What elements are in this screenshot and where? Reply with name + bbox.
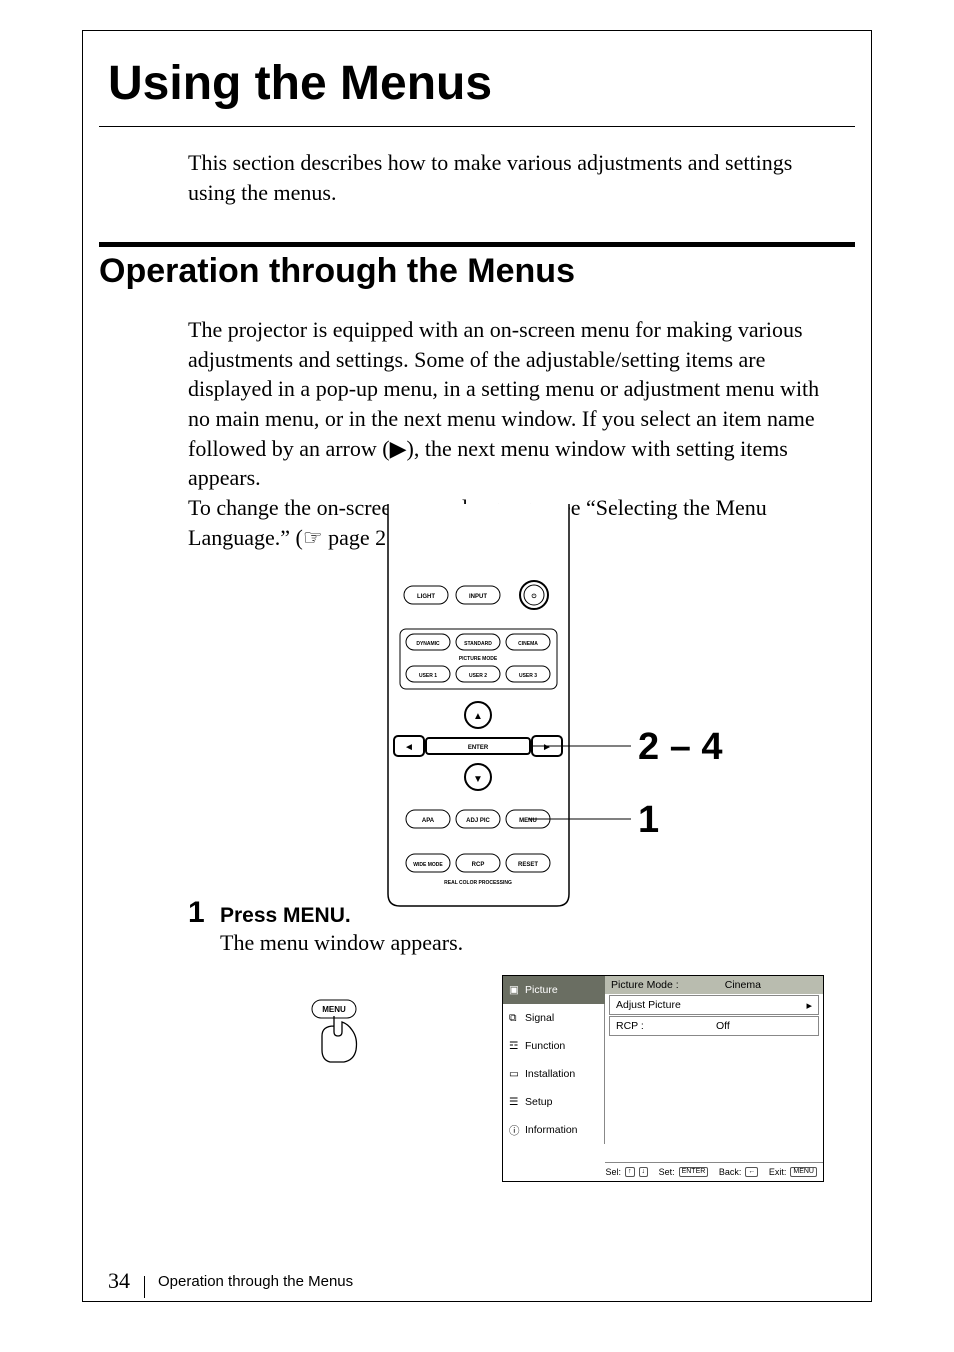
page-footer-text: Operation through the Menus: [158, 1273, 353, 1290]
osd-tab-setup: ☰ Setup: [503, 1088, 605, 1116]
osd-tab-installation-label: Installation: [525, 1068, 575, 1080]
osd-footer: Sel:↑ ↓ Set: ENTER Back:← Exit:MENU: [605, 1162, 823, 1181]
setup-icon: ☰: [509, 1096, 521, 1108]
osd-footer-exit-label: Exit:: [769, 1167, 787, 1177]
installation-icon: ▭: [509, 1068, 521, 1080]
menu-key-icon: MENU: [790, 1167, 817, 1177]
osd-menu-window: ▣ Picture ⧉ Signal ☲ Function ▭ Installation…: [502, 975, 824, 1182]
osd-row-picture-mode-value: Cinema: [679, 979, 807, 991]
osd-row-rcp-label: RCP :: [616, 1020, 644, 1032]
osd-tab-information: ⓘ Information: [503, 1116, 605, 1144]
remote-light-label: LIGHT: [417, 594, 435, 600]
callout-step-1: 1: [638, 799, 659, 842]
footer-separator: [144, 1276, 145, 1298]
h1-rule: [99, 126, 855, 127]
svg-text:◄: ◄: [404, 742, 414, 753]
up-down-key-icon-2: ↓: [639, 1167, 649, 1177]
remote-dynamic-label: DYNAMIC: [416, 641, 440, 647]
osd-tab-installation: ▭ Installation: [503, 1060, 605, 1088]
section-title-h2: Operation through the Menus: [99, 252, 575, 291]
remote-user1-label: USER 1: [419, 673, 437, 679]
osd-row-rcp: RCP : Off: [609, 1016, 819, 1036]
remote-user3-label: USER 3: [519, 673, 537, 679]
callout-steps-2-4: 2 – 4: [638, 726, 723, 769]
page-number: 34: [108, 1268, 130, 1293]
osd-tab-function-label: Function: [525, 1040, 565, 1052]
osd-row-adjust-picture-label: Adjust Picture: [616, 999, 681, 1011]
osd-tab-picture-label: Picture: [525, 984, 558, 996]
osd-tab-signal: ⧉ Signal: [503, 1004, 605, 1032]
intro-paragraph: This section describes how to make vario…: [188, 148, 834, 207]
left-key-icon: ←: [745, 1167, 758, 1177]
remote-rcp-caption: REAL COLOR PROCESSING: [444, 880, 512, 886]
chevron-right-icon: ▸: [806, 999, 812, 1012]
svg-text:►: ►: [542, 742, 552, 753]
remote-input-label: INPUT: [469, 594, 487, 600]
remote-widemode-label: WIDE MODE: [413, 862, 443, 868]
remote-user2-label: USER 2: [469, 673, 487, 679]
step-1-body: The menu window appears.: [220, 930, 463, 956]
osd-tab-function: ☲ Function: [503, 1032, 605, 1060]
remote-illustration: LIGHT INPUT ⏻ DYNAMIC STANDARD CINEMA PI…: [376, 504, 581, 912]
osd-tab-signal-label: Signal: [525, 1012, 554, 1024]
osd-row-rcp-value: Off: [644, 1020, 802, 1032]
page: Using the Menus This section describes h…: [0, 0, 954, 1352]
svg-text:▲: ▲: [473, 711, 483, 722]
information-icon: ⓘ: [509, 1123, 521, 1138]
osd-row-picture-mode-label: Picture Mode :: [611, 979, 679, 991]
remote-standard-label: STANDARD: [464, 641, 492, 647]
h2-rule: [99, 242, 855, 247]
remote-enter-label: ENTER: [468, 745, 489, 751]
osd-right-pane: Picture Mode : Cinema Adjust Picture ▸ R…: [605, 976, 823, 1036]
osd-tab-information-label: Information: [525, 1124, 578, 1136]
remote-reset-label: RESET: [518, 862, 538, 868]
remote-cinema-label: CINEMA: [518, 641, 538, 647]
osd-footer-back-label: Back:: [719, 1167, 742, 1177]
up-down-key-icon: ↑: [625, 1167, 635, 1177]
remote-adjpic-label: ADJ PIC: [466, 818, 490, 824]
page-footer: 34 Operation through the Menus: [108, 1268, 353, 1294]
osd-row-adjust-picture: Adjust Picture ▸: [609, 995, 819, 1015]
callout-lines: [569, 504, 649, 912]
osd-footer-sel-label: Sel:: [606, 1167, 622, 1177]
signal-icon: ⧉: [509, 1012, 521, 1025]
function-icon: ☲: [509, 1040, 521, 1052]
enter-key-icon: ENTER: [679, 1167, 709, 1177]
osd-row-picture-mode: Picture Mode : Cinema: [605, 976, 823, 994]
remote-rcp-label: RCP: [472, 862, 485, 868]
osd-tab-picture: ▣ Picture: [503, 976, 605, 1004]
osd-footer-set-label: Set:: [659, 1167, 675, 1177]
body-p1: The projector is equipped with an on-scr…: [188, 317, 819, 490]
step-1-title: Press MENU.: [220, 904, 351, 928]
remote-apa-label: APA: [422, 818, 435, 824]
remote-picture-mode-label: PICTURE MODE: [459, 656, 498, 662]
step-1-number: 1: [188, 896, 205, 930]
pointing-hand-icon: ☞: [303, 525, 323, 550]
osd-tab-setup-label: Setup: [525, 1096, 552, 1108]
press-menu-icon: MENU: [308, 996, 368, 1066]
svg-text:⏻: ⏻: [532, 593, 537, 600]
svg-text:▼: ▼: [473, 774, 483, 785]
page-title-h1: Using the Menus: [108, 56, 492, 111]
picture-icon: ▣: [509, 984, 521, 996]
osd-left-pane: ▣ Picture ⧉ Signal ☲ Function ▭ Installation…: [503, 976, 605, 1144]
press-menu-label: MENU: [322, 1005, 346, 1014]
